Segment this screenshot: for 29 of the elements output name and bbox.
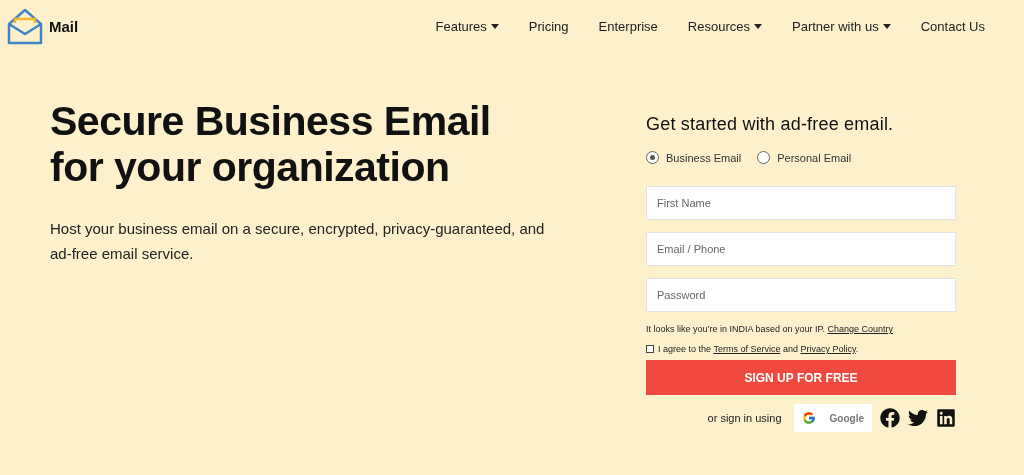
google-logo-icon	[801, 411, 816, 425]
twitter-icon[interactable]	[908, 408, 928, 428]
privacy-link[interactable]: Privacy Policy	[800, 344, 856, 354]
input-field[interactable]: First Name	[646, 186, 956, 220]
brand-name: Mail	[49, 17, 79, 35]
account-type-radio[interactable]: Business Email	[646, 151, 742, 164]
linkedin-icon[interactable]	[936, 408, 956, 428]
nav-link[interactable]: Pricing	[513, 18, 584, 34]
nav-link[interactable]: Partner with us	[777, 18, 906, 34]
terms-link[interactable]: Terms of Service	[713, 344, 781, 354]
form-heading: Get started with ad-free email.	[646, 114, 895, 135]
signup-button[interactable]: SIGN UP FOR FREE	[646, 360, 956, 395]
change-country-link[interactable]: Change Country	[827, 324, 893, 334]
alt-signin-label: or sign in using	[707, 412, 782, 424]
account-type-radio[interactable]: Personal Email	[757, 151, 852, 164]
nav-link[interactable]: Contact Us	[905, 18, 1000, 34]
nav-link[interactable]: Enterprise	[583, 18, 673, 34]
input-field[interactable]: Password	[646, 278, 956, 312]
hero-description: Host your business email on a secure, encrypted, privacy-guaranteed, and ad-free email service.	[50, 219, 546, 264]
envelope-logo-icon	[7, 7, 43, 45]
nav-link[interactable]: Resources	[672, 18, 777, 34]
hero-title: Secure Business Email for your organization	[50, 98, 492, 190]
facebook-icon[interactable]	[880, 408, 900, 428]
agree-text: I agree to the Terms of Service and Privacy Policy.	[658, 344, 859, 354]
agree-checkbox[interactable]	[646, 345, 654, 353]
nav-link[interactable]: Features	[420, 18, 514, 34]
google-signin-button[interactable]: Google	[793, 404, 872, 432]
input-field[interactable]: Email / Phone	[646, 232, 956, 266]
location-note: It looks like you’re in INDIA based on your IP. Change Country	[646, 324, 894, 334]
